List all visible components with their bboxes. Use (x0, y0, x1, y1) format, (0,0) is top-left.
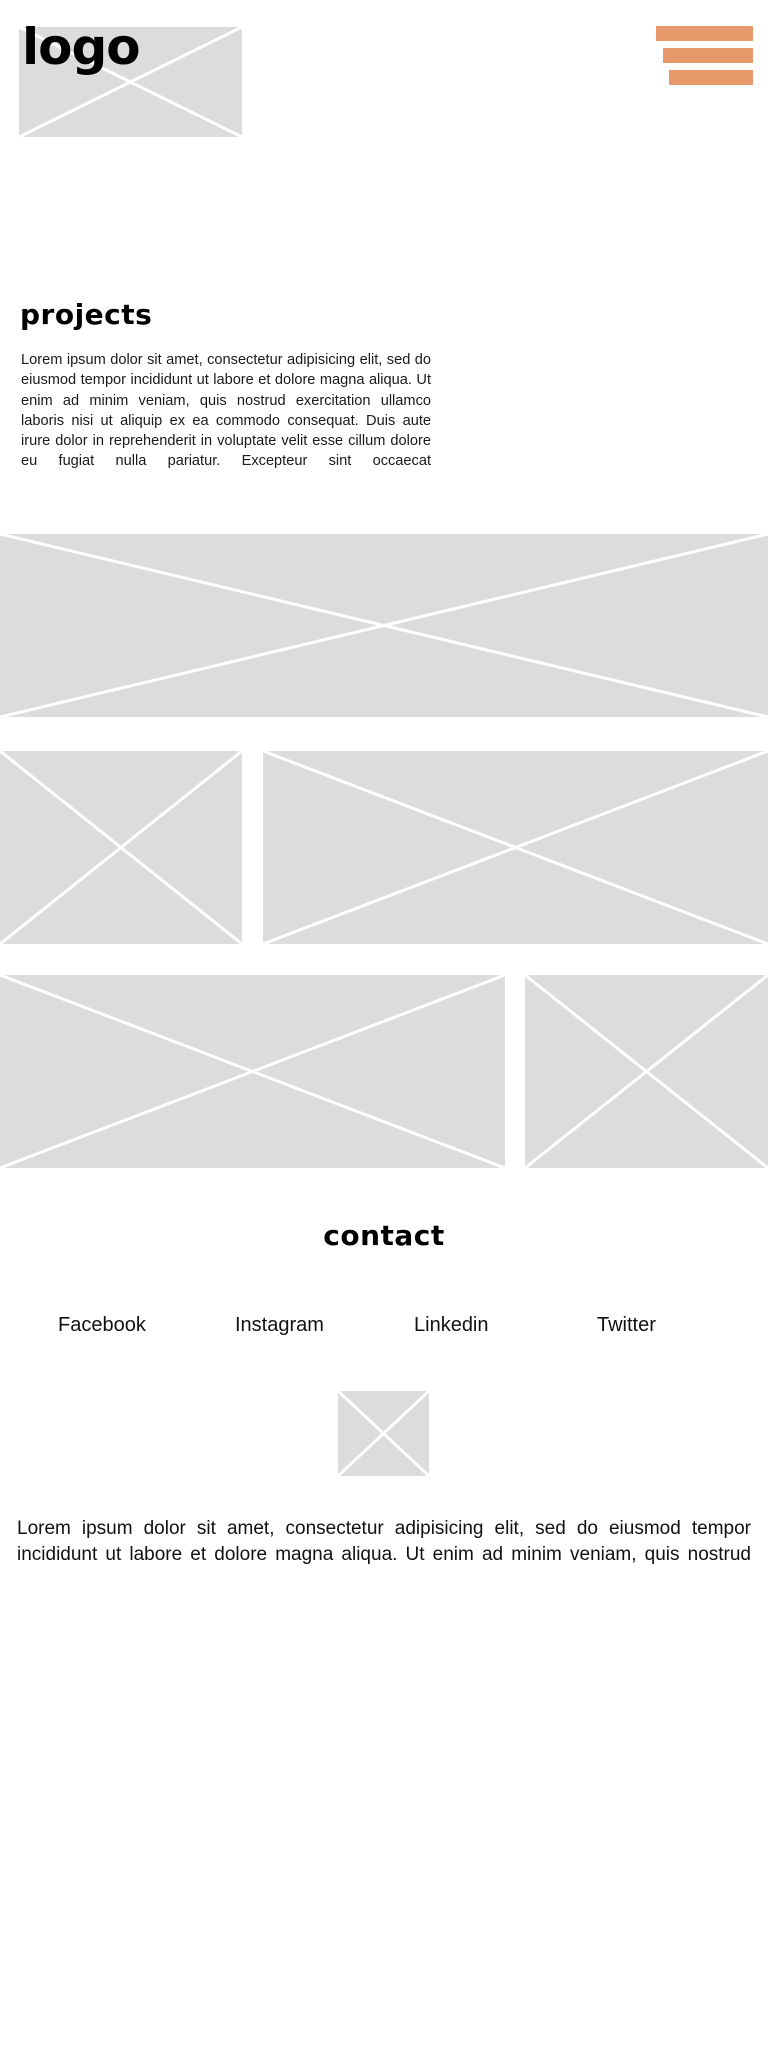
twitter-link[interactable]: Twitter (597, 1314, 656, 1337)
projects-title: projects (20, 298, 153, 331)
facebook-link[interactable]: Facebook (58, 1314, 146, 1337)
projects-description: Lorem ipsum dolor sit amet, consectetur … (21, 352, 431, 470)
contact-image-placeholder (338, 1391, 429, 1476)
project-image-large-left[interactable] (0, 975, 505, 1168)
contact-title: contact (323, 1219, 445, 1252)
project-image-small-right[interactable] (525, 975, 768, 1168)
menu-bar-middle (663, 48, 753, 63)
instagram-link[interactable]: Instagram (235, 1314, 324, 1337)
hamburger-menu-icon[interactable] (656, 26, 754, 88)
logo-text: logo (22, 18, 141, 76)
project-image-large-right[interactable] (263, 751, 768, 944)
project-image-wide[interactable] (0, 534, 768, 717)
project-image-small-left[interactable] (0, 751, 242, 944)
menu-bar-top (656, 26, 753, 41)
menu-bar-bottom (669, 70, 753, 85)
linkedin-link[interactable]: Linkedin (414, 1314, 489, 1337)
footer-text: Lorem ipsum dolor sit amet, consectetur … (17, 1518, 751, 1565)
